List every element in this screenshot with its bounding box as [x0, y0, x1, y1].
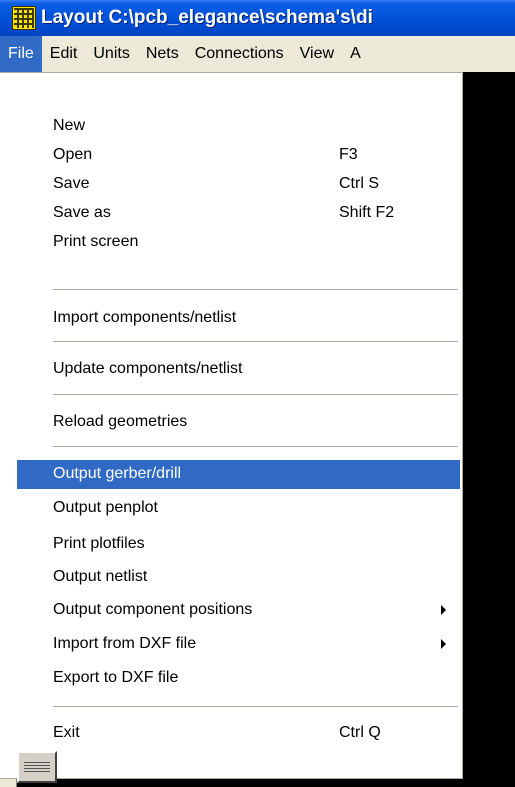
menu-item-label: Import from DXF file: [53, 635, 197, 652]
menu-item-output-gerber-drill[interactable]: Output gerber/drill: [17, 460, 460, 489]
menu-item-reload-geometries[interactable]: Reload geometries: [17, 408, 460, 437]
layout-app-icon[interactable]: [12, 6, 36, 30]
menu-item-label: Print plotfiles: [53, 535, 145, 552]
menu-item-output-component-positions[interactable]: Output component positions: [17, 596, 460, 625]
menu-separator: [53, 341, 458, 343]
menu-item-output-netlist[interactable]: Output netlist: [17, 563, 460, 592]
menu-item-label: Save: [53, 175, 90, 192]
menu-item-label: Output netlist: [53, 568, 148, 585]
menu-item-import-dxf[interactable]: Import from DXF file: [17, 630, 460, 659]
menu-units[interactable]: Units: [85, 36, 137, 72]
submenu-arrow-icon: [441, 639, 446, 649]
menu-item-update-components[interactable]: Update components/netlist: [17, 355, 460, 384]
menu-item-open[interactable]: Open F3: [17, 141, 460, 170]
menu-view[interactable]: View: [292, 36, 342, 72]
menu-item-output-penplot[interactable]: Output penplot: [17, 494, 460, 523]
window-title: Layout C:\pcb_elegance\schema's\di: [41, 7, 373, 28]
menu-connections[interactable]: Connections: [187, 36, 292, 72]
menu-separator: [53, 706, 458, 708]
menu-separator: [53, 394, 458, 396]
menu-nets[interactable]: Nets: [138, 36, 187, 72]
submenu-arrow-icon: [441, 605, 446, 615]
menu-item-label: Output component positions: [53, 601, 253, 618]
toolbar-button[interactable]: [17, 751, 57, 783]
menu-item-label: Reload geometries: [53, 413, 188, 430]
menu-a-truncated[interactable]: A: [342, 36, 369, 72]
menu-item-exit[interactable]: Exit Ctrl Q: [17, 719, 460, 748]
menu-separator: [53, 289, 458, 291]
title-bar[interactable]: Layout C:\pcb_elegance\schema's\di: [0, 0, 515, 36]
menu-item-label: Update components/netlist: [53, 360, 243, 377]
menu-bar: File Edit Units Nets Connections View A: [0, 36, 515, 72]
menu-item-shortcut: Ctrl S: [339, 175, 379, 192]
menu-separator: [53, 446, 458, 448]
menu-item-import-components[interactable]: Import components/netlist: [17, 304, 460, 333]
menu-item-shortcut: Ctrl Q: [339, 724, 381, 741]
menu-item-save[interactable]: Save Ctrl S: [17, 170, 460, 199]
menu-item-label: Output penplot: [53, 499, 158, 516]
menu-item-print-screen[interactable]: Print screen: [17, 228, 460, 257]
menu-item-label: New: [53, 117, 86, 134]
menu-item-label: Import components/netlist: [53, 309, 237, 326]
menu-item-label: Output gerber/drill: [53, 465, 182, 482]
menu-item-label: Save as: [53, 204, 111, 221]
menu-item-label: Export to DXF file: [53, 669, 179, 686]
menu-item-export-dxf[interactable]: Export to DXF file: [17, 664, 460, 693]
menu-item-shortcut: Shift F2: [339, 204, 395, 221]
menu-item-label: Exit: [53, 724, 80, 741]
menu-item-shortcut: F3: [339, 146, 358, 163]
menu-item-print-plotfiles[interactable]: Print plotfiles: [17, 530, 460, 559]
menu-item-save-as[interactable]: Save as Shift F2: [17, 199, 460, 228]
menu-item-label: Print screen: [53, 233, 139, 250]
menu-file[interactable]: File: [0, 36, 42, 72]
menu-edit[interactable]: Edit: [42, 36, 86, 72]
menu-item-label: Open: [53, 146, 93, 163]
menu-item-new[interactable]: New: [17, 112, 460, 141]
